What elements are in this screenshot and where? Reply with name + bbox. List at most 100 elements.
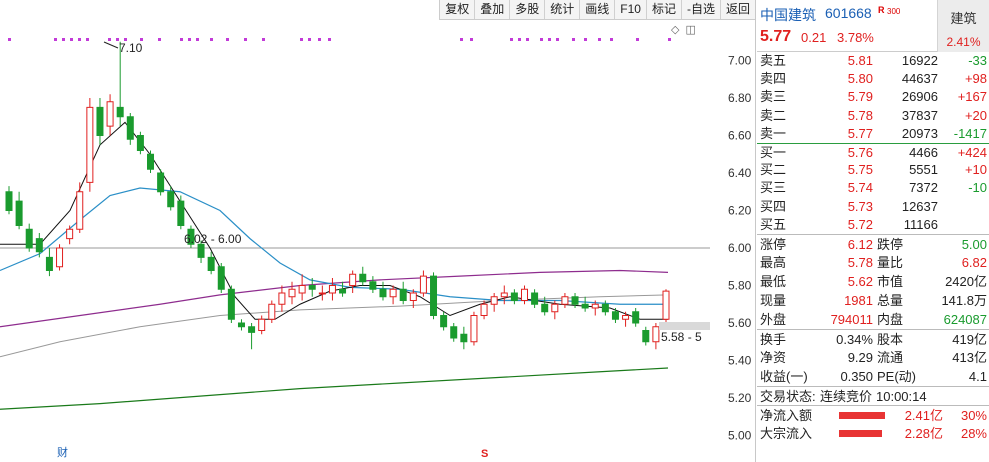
sell-label: 卖一 [760,125,787,141]
sell-price: 5.77 [847,125,873,141]
trade-status-label: 交易状态: [760,388,816,404]
candle-body [5,191,13,211]
sell-price: 5.81 [847,53,873,68]
candle-body [217,266,225,290]
candle-body [591,303,599,309]
toolbar-button-3[interactable]: 统计 [545,0,581,19]
stat-value: 413亿 [952,349,987,365]
buy-row[interactable]: 买五 5.72 11166 [757,216,989,234]
toolbar-button-8[interactable]: 返回 [721,0,755,19]
stat-value: 5.78 [847,254,873,270]
stat-label: 现量 [760,292,787,308]
fund-flows: 净流入额 2.41亿 30% 大宗流入 2.28亿 28% [757,404,989,443]
toolbar-button-4[interactable]: 画线 [580,0,616,19]
stat-value: 9.29 [847,349,873,365]
buy-volume: 12637 [901,198,938,214]
candle-body [339,288,347,294]
sell-delta: +98 [964,71,987,87]
buy-row[interactable]: 买二 5.75 5551 +10 [757,161,989,179]
candle-body [76,191,84,230]
sell-delta: +167 [957,89,987,105]
current-price: 5.77 [760,28,792,45]
sell-delta: -33 [968,53,987,68]
candle-body [197,243,205,258]
sell-row[interactable]: 卖三 5.79 26906 +167 [757,88,989,106]
stat-label: 内盘 [877,311,904,327]
signal-dot [180,38,183,41]
event-marker[interactable]: S [481,448,488,460]
signal-dot [262,38,265,41]
sell-row[interactable]: 卖四 5.80 44637 +98 [757,70,989,88]
candle-body [419,275,427,294]
stats-row: 涨停 6.12 跌停 5.00 [757,233,989,253]
candle-body [248,326,256,333]
candle-body [369,281,377,290]
candle-body [278,292,286,305]
candle-body [298,285,306,294]
buy-label: 买二 [760,162,787,178]
sell-row[interactable]: 卖五 5.81 16922 -33 [757,52,989,70]
stat-value: 624087 [943,311,987,327]
fund-flow-row[interactable]: 大宗流入 2.28亿 28% [757,424,989,443]
sell-volume: 26906 [901,89,938,105]
window-toggle-icon[interactable]: ◫ [685,23,695,36]
price-axis-label: 6.00 [728,241,752,255]
kline-chart[interactable]: 7.00 6.80 6.60 6.40 6.20 6.00 5.80 5.60 5.40 5.20… [0,0,756,462]
stat-value: 419亿 [952,331,987,347]
signal-dot [668,38,671,41]
toolbar-button-5[interactable]: F10 [615,0,647,19]
sell-label: 卖二 [760,107,787,123]
signal-dot [572,38,575,41]
toolbar-button-2[interactable]: 多股 [510,0,546,19]
candle-body [601,303,609,313]
candle-body [35,238,43,253]
toolbar-button-7[interactable]: -自选 [682,0,721,19]
signal-dot [188,38,191,41]
stats-row: 净资 9.29 流通 413亿 [757,348,989,367]
price-change-pct: 3.78% [837,30,874,45]
candlestick-chart-svg[interactable]: 7.00 6.80 6.60 6.40 6.20 6.00 5.80 5.60 5.40 5.20… [0,0,756,462]
sell-row[interactable]: 卖二 5.78 37837 +20 [757,107,989,125]
signal-dot [8,38,11,41]
candle-body [147,153,155,170]
candle-body [45,256,53,271]
candle-body [177,200,185,226]
toolbar-button-1[interactable]: 叠加 [475,0,511,19]
candle-body [652,326,660,343]
signal-dot [328,38,331,41]
buy-price: 5.76 [847,144,873,160]
price-axis-label: 6.60 [728,129,752,143]
buy-row[interactable]: 买四 5.73 12637 [757,198,989,216]
stat-value: 6.82 [961,254,987,270]
candle-body [167,191,175,208]
toolbar-button-0[interactable]: 复权 [440,0,476,19]
toolbar-button-6[interactable]: 标记 [647,0,682,19]
finance-marker[interactable]: 财 [57,445,68,459]
stat-label: 换手 [760,331,787,347]
signal-dot [510,38,513,41]
buy-row[interactable]: 买一 5.76 4466 +424 [757,142,989,161]
candle-body [440,315,448,328]
price-axis-label: 5.40 [728,354,752,368]
range-label: 6.02 - 6.00 [184,232,242,246]
sell-row[interactable]: 卖一 5.77 20973 -1417 [757,125,989,143]
diamond-icon[interactable]: ◇ [671,23,679,36]
candle-body [531,292,539,305]
fund-flow-row[interactable]: 净流入额 2.41亿 30% [757,404,989,424]
price-axis-label: 6.20 [728,204,752,218]
stat-value: 5.62 [847,273,873,289]
stock-name[interactable]: 中国建筑 [760,5,816,25]
sell-price: 5.80 [847,71,873,87]
candle-body [349,273,357,286]
buy-row[interactable]: 买三 5.74 7372 -10 [757,179,989,197]
candle-body [379,288,387,298]
candle-body [490,296,498,305]
buy-volume: 7372 [909,180,938,196]
stats-table: 涨停 6.12 跌停 5.00 最高 5.78 量比 6.82 最低 5.62 市值 2420亿 现量 1… [757,233,989,386]
trade-status-time: 10:00:14 [876,388,927,404]
stats-row: 现量 1981 总量 141.8万 [757,291,989,310]
flow-pct: 28% [960,425,987,441]
flow-label: 大宗流入 [760,425,813,441]
sector-box[interactable]: 建筑 2.41% [937,0,989,52]
candle-body [15,200,23,226]
